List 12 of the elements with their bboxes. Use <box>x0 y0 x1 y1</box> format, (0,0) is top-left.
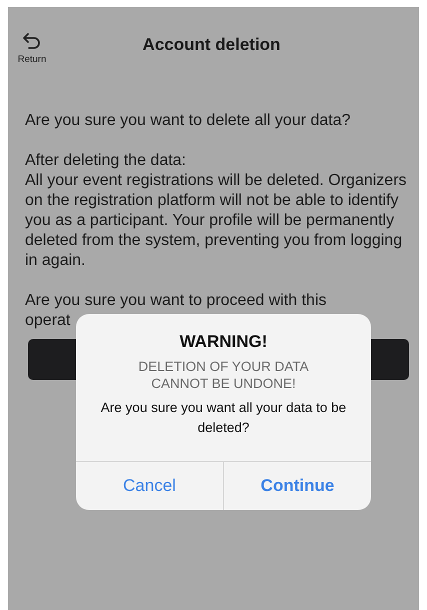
cancel-button[interactable]: Cancel <box>76 462 223 510</box>
dialog-message: Are you sure you want all your data to be deleted? <box>100 399 348 437</box>
dialog-subtitle: DELETION OF YOUR DATA CANNOT BE UNDONE! <box>137 358 310 392</box>
confirm-text: Are you sure you want to proceed with this operat <box>25 291 328 331</box>
dialog-title: WARNING! <box>180 332 268 352</box>
details-text: All your event registrations will be deleted. Organizers on the registration platform will not be able to identify you as a participant. Your profile will be permanently deleted from the system, preventing you from logging in again. <box>25 171 408 271</box>
page-title: Account deletion <box>142 35 282 55</box>
continue-button[interactable]: Continue <box>223 462 371 510</box>
back-icon <box>22 31 42 51</box>
question-text: Are you sure you want to delete all your data? <box>25 111 352 131</box>
details-heading: After deleting the data: <box>25 151 187 171</box>
return-button[interactable]: Return <box>12 31 52 65</box>
